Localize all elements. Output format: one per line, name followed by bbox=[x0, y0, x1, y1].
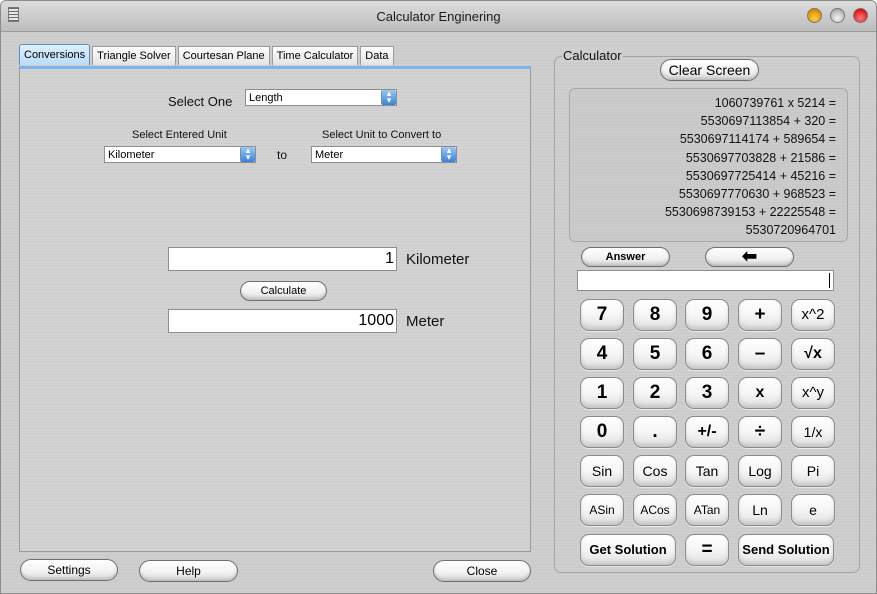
key-3[interactable]: 3 bbox=[685, 377, 729, 409]
key-sqrt[interactable]: √x bbox=[791, 338, 835, 370]
key-log[interactable]: Log bbox=[738, 455, 782, 487]
key-multiply[interactable]: x bbox=[738, 377, 782, 409]
display-line: 5530697770630 + 968523 = bbox=[678, 187, 836, 202]
get-solution-button[interactable]: Get Solution bbox=[580, 534, 676, 566]
from-unit-label: Select Entered Unit bbox=[132, 129, 227, 141]
title-bar[interactable]: Calculator Enginering bbox=[1, 1, 876, 32]
clear-screen-button[interactable]: Clear Screen bbox=[660, 59, 759, 81]
app-window: Calculator Enginering Conversions Triang… bbox=[0, 0, 877, 594]
answer-button[interactable]: Answer bbox=[581, 247, 670, 267]
calculator-group-label: Calculator bbox=[562, 48, 623, 63]
input-unit-label: Kilometer bbox=[406, 251, 470, 268]
key-5[interactable]: 5 bbox=[633, 338, 677, 370]
from-unit-select[interactable]: Kilometer ▴ ▾ bbox=[104, 146, 256, 163]
key-8[interactable]: 8 bbox=[633, 299, 677, 331]
key-plus[interactable]: + bbox=[738, 299, 782, 331]
key-minus[interactable]: – bbox=[738, 338, 782, 370]
key-2[interactable]: 2 bbox=[633, 377, 677, 409]
display-line: 1060739761 x 5214 = bbox=[714, 96, 836, 110]
select-arrows-icon: ▴ ▾ bbox=[441, 146, 456, 162]
key-power[interactable]: x^y bbox=[791, 377, 835, 409]
key-decimal[interactable]: . bbox=[633, 416, 677, 448]
output-value-field[interactable]: 1000 bbox=[168, 309, 397, 333]
to-unit-select[interactable]: Meter ▴ ▾ bbox=[311, 146, 457, 163]
send-solution-button[interactable]: Send Solution bbox=[738, 534, 834, 566]
key-6[interactable]: 6 bbox=[685, 338, 729, 370]
calculator-entry-field[interactable] bbox=[577, 270, 834, 291]
display-line: 5530698739153 + 22225548 = bbox=[664, 205, 836, 220]
key-square[interactable]: x^2 bbox=[791, 299, 835, 331]
tab-triangle-solver[interactable]: Triangle Solver bbox=[92, 46, 176, 65]
key-9[interactable]: 9 bbox=[685, 299, 729, 331]
tab-conversions[interactable]: Conversions bbox=[19, 44, 91, 65]
select-arrows-icon: ▴ ▾ bbox=[381, 89, 396, 105]
key-atan[interactable]: ATan bbox=[685, 494, 729, 526]
settings-button[interactable]: Settings bbox=[20, 559, 118, 581]
display-result: 5530720964701 bbox=[745, 223, 836, 238]
display-line: 5530697725414 + 45216 = bbox=[685, 168, 836, 183]
tab-bar: Conversions Triangle Solver Courtesan Pl… bbox=[19, 44, 396, 66]
zoom-button[interactable] bbox=[830, 8, 845, 23]
display-line: 5530697114174 + 589654 = bbox=[679, 132, 836, 147]
display-line: 5530697113854 + 320 = bbox=[700, 114, 836, 129]
close-button[interactable]: Close bbox=[433, 560, 531, 582]
key-0[interactable]: 0 bbox=[580, 416, 624, 448]
window-title: Calculator Enginering bbox=[376, 9, 501, 24]
calculator-display: 1060739761 x 5214 = 5530697113854 + 320 … bbox=[569, 88, 848, 242]
tab-time-calculator[interactable]: Time Calculator bbox=[271, 46, 359, 65]
select-one-label: Select One bbox=[168, 94, 233, 109]
backspace-button[interactable]: ⬅ bbox=[705, 247, 794, 267]
key-acos[interactable]: ACos bbox=[633, 494, 677, 526]
select-arrows-icon: ▴ ▾ bbox=[240, 146, 255, 162]
to-unit-label: Select Unit to Convert to bbox=[322, 129, 442, 141]
close-window-button[interactable] bbox=[853, 8, 868, 23]
key-e[interactable]: e bbox=[791, 494, 835, 526]
key-7[interactable]: 7 bbox=[580, 299, 624, 331]
input-value-field[interactable]: 1 bbox=[168, 247, 397, 271]
key-pi[interactable]: Pi bbox=[791, 455, 835, 487]
text-caret bbox=[829, 273, 830, 288]
key-cos[interactable]: Cos bbox=[633, 455, 677, 487]
category-select-value: Length bbox=[249, 92, 283, 104]
help-button[interactable]: Help bbox=[139, 560, 238, 582]
tab-courtesan-plane[interactable]: Courtesan Plane bbox=[177, 46, 270, 65]
display-history: 1060739761 x 5214 = 5530697113854 + 320 … bbox=[665, 94, 836, 240]
key-asin[interactable]: ASin bbox=[580, 494, 624, 526]
from-unit-value: Kilometer bbox=[108, 149, 155, 161]
key-4[interactable]: 4 bbox=[580, 338, 624, 370]
calculate-button[interactable]: Calculate bbox=[240, 281, 327, 301]
to-unit-value: Meter bbox=[315, 149, 344, 161]
output-unit-label: Meter bbox=[406, 313, 445, 330]
key-equals[interactable]: = bbox=[685, 534, 729, 566]
key-1[interactable]: 1 bbox=[580, 377, 624, 409]
key-negate[interactable]: +/- bbox=[685, 416, 729, 448]
key-sin[interactable]: Sin bbox=[580, 455, 624, 487]
left-arrow-icon: ⬅ bbox=[741, 246, 758, 266]
category-select[interactable]: Length ▴ ▾ bbox=[245, 89, 397, 106]
to-word: to bbox=[277, 148, 288, 162]
key-reciprocal[interactable]: 1/x bbox=[791, 416, 835, 448]
display-line: 5530697703828 + 21586 = bbox=[685, 150, 836, 165]
minimize-button[interactable] bbox=[807, 8, 822, 23]
tab-data[interactable]: Data bbox=[360, 46, 394, 65]
key-tan[interactable]: Tan bbox=[685, 455, 729, 487]
key-divide[interactable]: ÷ bbox=[738, 416, 782, 448]
key-ln[interactable]: Ln bbox=[738, 494, 782, 526]
